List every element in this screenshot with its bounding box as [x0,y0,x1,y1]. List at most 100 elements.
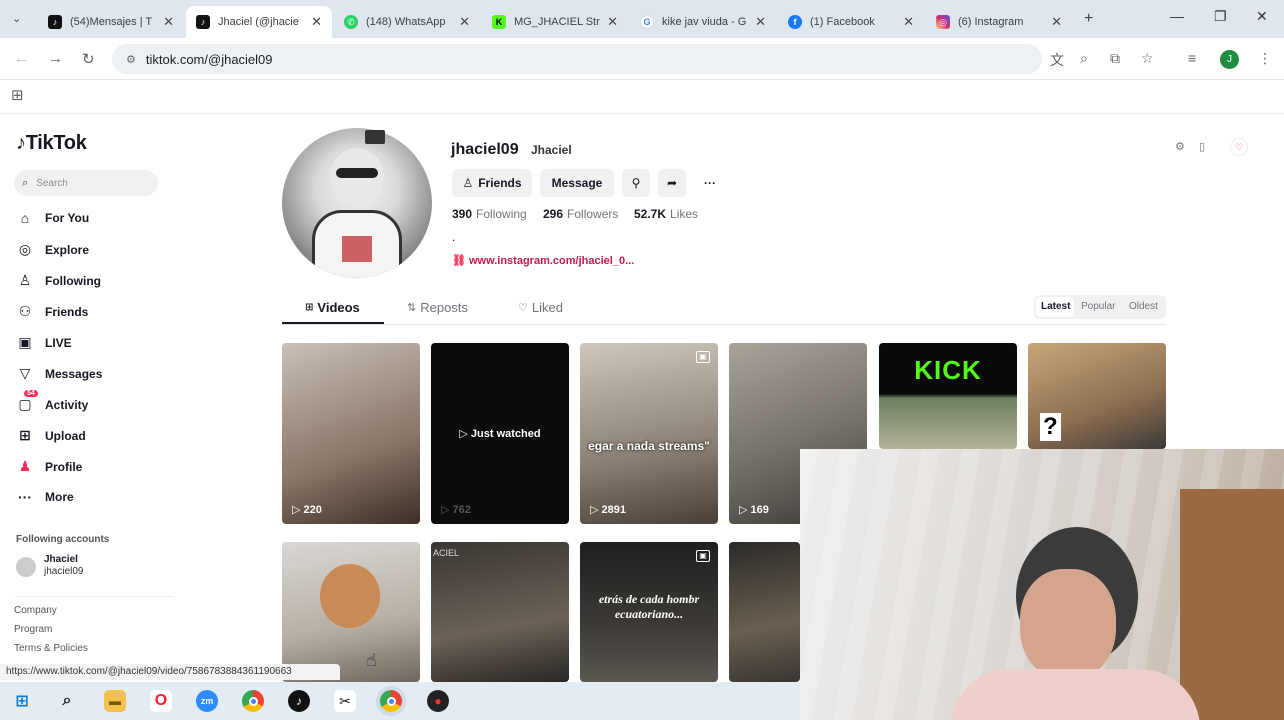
tab-label: Liked [531,300,563,315]
close-tab-icon[interactable]: ✕ [459,14,470,30]
chrome-active-icon[interactable] [380,690,402,712]
tab-reposts[interactable]: ⇅ Reposts [407,300,468,315]
nav-profile[interactable]: ♟ Profile [16,458,83,475]
friends-button[interactable]: ♙ Friends [452,169,532,197]
restore-icon[interactable]: ❐ [1214,8,1227,25]
suggest-account-button[interactable]: ⚲ [622,169,650,197]
file-explorer-icon[interactable]: ▬ [104,690,126,712]
browser-tab-2[interactable]: ♪ Jhaciel (@jhacie ✕ [186,6,332,38]
nav-live[interactable]: ▣ LIVE [16,334,71,351]
nav-upload[interactable]: ⊞ Upload [16,427,86,444]
search-input[interactable]: ⌕ Search [14,170,158,196]
video-thumbnail[interactable]: KICK [879,343,1017,449]
active-tab-indicator [282,322,384,324]
reload-icon[interactable]: ↻ [82,50,95,68]
apps-grid-icon[interactable]: ⊞ [11,86,24,104]
share-button[interactable]: ➦ [658,169,686,197]
nav-explore[interactable]: ◎ Explore [16,241,89,258]
friends-icon: ⚇ [18,303,32,319]
sort-popular[interactable]: Popular [1081,301,1115,312]
close-tab-icon[interactable]: ✕ [607,14,618,30]
nav-messages[interactable]: ▽ Messages [16,365,103,382]
sort-oldest[interactable]: Oldest [1129,301,1158,312]
nav-activity[interactable]: ▢ 54 Activity [16,390,89,413]
nav-for-you[interactable]: ⌂ For You [16,210,89,226]
device-icon[interactable]: ▯ [1199,140,1205,153]
new-tab-icon[interactable]: + [1084,10,1093,28]
kick-logo-text: KICK [914,355,982,385]
close-tab-icon[interactable]: ✕ [311,14,322,30]
following-label: Following [476,207,527,221]
shirt-print [342,236,372,262]
tiktok-app-icon[interactable]: ♪ [288,690,310,712]
video-thumbnail[interactable]: ▷ 220 [282,343,420,524]
video-thumbnail[interactable] [282,542,420,682]
sort-latest[interactable]: Latest [1041,301,1070,312]
taskbar-search-icon[interactable]: ⌕ [56,690,78,712]
forward-icon[interactable]: → [48,50,63,67]
close-tab-icon[interactable]: ✕ [163,14,174,30]
zoom-icon[interactable]: ⌕ [1080,50,1088,67]
message-button[interactable]: Message [540,169,614,197]
opera-icon[interactable]: O [150,690,172,712]
chrome-icon[interactable] [242,690,264,712]
footer-link-company[interactable]: Company [14,605,57,616]
followers-stat[interactable]: 296 Followers [543,207,618,221]
obs-icon[interactable]: ● [427,690,449,712]
tab-videos[interactable]: ⊞ Videos [305,300,360,315]
close-tab-icon[interactable]: ✕ [903,14,914,30]
video-thumbnail[interactable] [729,542,800,682]
reading-list-icon[interactable]: ≡ [1188,50,1196,66]
profile-avatar[interactable]: J [1220,50,1239,69]
overlay-text: ? [1040,413,1061,441]
profile-avatar-image[interactable] [282,128,432,278]
install-app-icon[interactable]: ⧉ [1110,50,1120,67]
video-thumbnail[interactable]: ACIEL [431,542,569,682]
zoom-app-icon[interactable]: zm [196,690,218,712]
browser-tab-1[interactable]: ♪ (54)Mensajes | T ✕ [38,6,184,38]
tab-liked[interactable]: ♡ Liked [518,300,563,315]
close-tab-icon[interactable]: ✕ [1051,14,1062,30]
tab-search-icon[interactable]: ⌄ [12,12,21,25]
translate-icon[interactable]: 文 [1050,50,1064,70]
nav-label: Messages [45,366,103,381]
menu-kebab-icon[interactable]: ⋮ [1258,50,1272,67]
address-bar[interactable]: ⚙ tiktok.com/@jhaciel09 [112,44,1042,74]
nav-friends[interactable]: ⚇ Friends [16,303,89,320]
video-thumbnail[interactable]: ▣ egar a nada streams" ▷ 2891 [580,343,718,524]
minimize-icon[interactable]: — [1170,8,1184,24]
capcut-icon[interactable]: ✂ [334,690,356,712]
following-stat[interactable]: 390 Following [452,207,527,221]
video-thumbnail[interactable]: ▣ etrás de cada hombr ecuatoriano... [580,542,718,682]
following-accounts-heading: Following accounts [16,534,110,545]
coins-icon[interactable]: ♡ [1230,138,1248,156]
following-account-item[interactable]: Jhaciel jhaciel09 [16,554,176,582]
site-info-icon[interactable]: ⚙ [126,53,136,66]
view-count: ▷ 169 [739,503,769,516]
footer-link-terms[interactable]: Terms & Policies [14,643,88,654]
tiktok-logo[interactable]: ♪TikTok [16,132,87,155]
settings-icon[interactable]: ⚙ [1175,140,1185,153]
bookmark-star-icon[interactable]: ☆ [1141,50,1154,67]
footer-link-program[interactable]: Program [14,624,52,635]
profile-link[interactable]: ⛓ www.instagram.com/jhaciel_0... [452,254,634,268]
heart-icon: ♡ [518,302,528,314]
browser-tab-6[interactable]: f (1) Facebook ✕ [778,6,924,38]
video-thumbnail[interactable]: ? [1028,343,1166,449]
back-icon[interactable]: ← [14,50,29,67]
tab-title: (148) WhatsApp [366,16,446,28]
nav-more[interactable]: ··· More [16,489,74,505]
nav-label: Activity [45,397,89,412]
close-tab-icon[interactable]: ✕ [755,14,766,30]
window-close-icon[interactable]: ✕ [1256,8,1268,25]
browser-tab-5[interactable]: G kike jav viuda - G ✕ [630,6,776,38]
browser-tab-3[interactable]: ✆ (148) WhatsApp ✕ [334,6,480,38]
browser-tab-7[interactable]: ◎ (6) Instagram ✕ [926,6,1072,38]
play-icon: ▷ [459,428,471,440]
nav-following[interactable]: ♙ Following [16,272,101,289]
more-options-button[interactable]: ··· [694,169,726,197]
video-thumbnail[interactable]: ▷ Just watched ▷ 762 [431,343,569,524]
windows-start-icon[interactable]: ⊞ [11,690,33,712]
browser-tab-4[interactable]: K MG_JHACIEL Str ✕ [482,6,628,38]
address-text: tiktok.com/@jhaciel09 [145,51,273,67]
